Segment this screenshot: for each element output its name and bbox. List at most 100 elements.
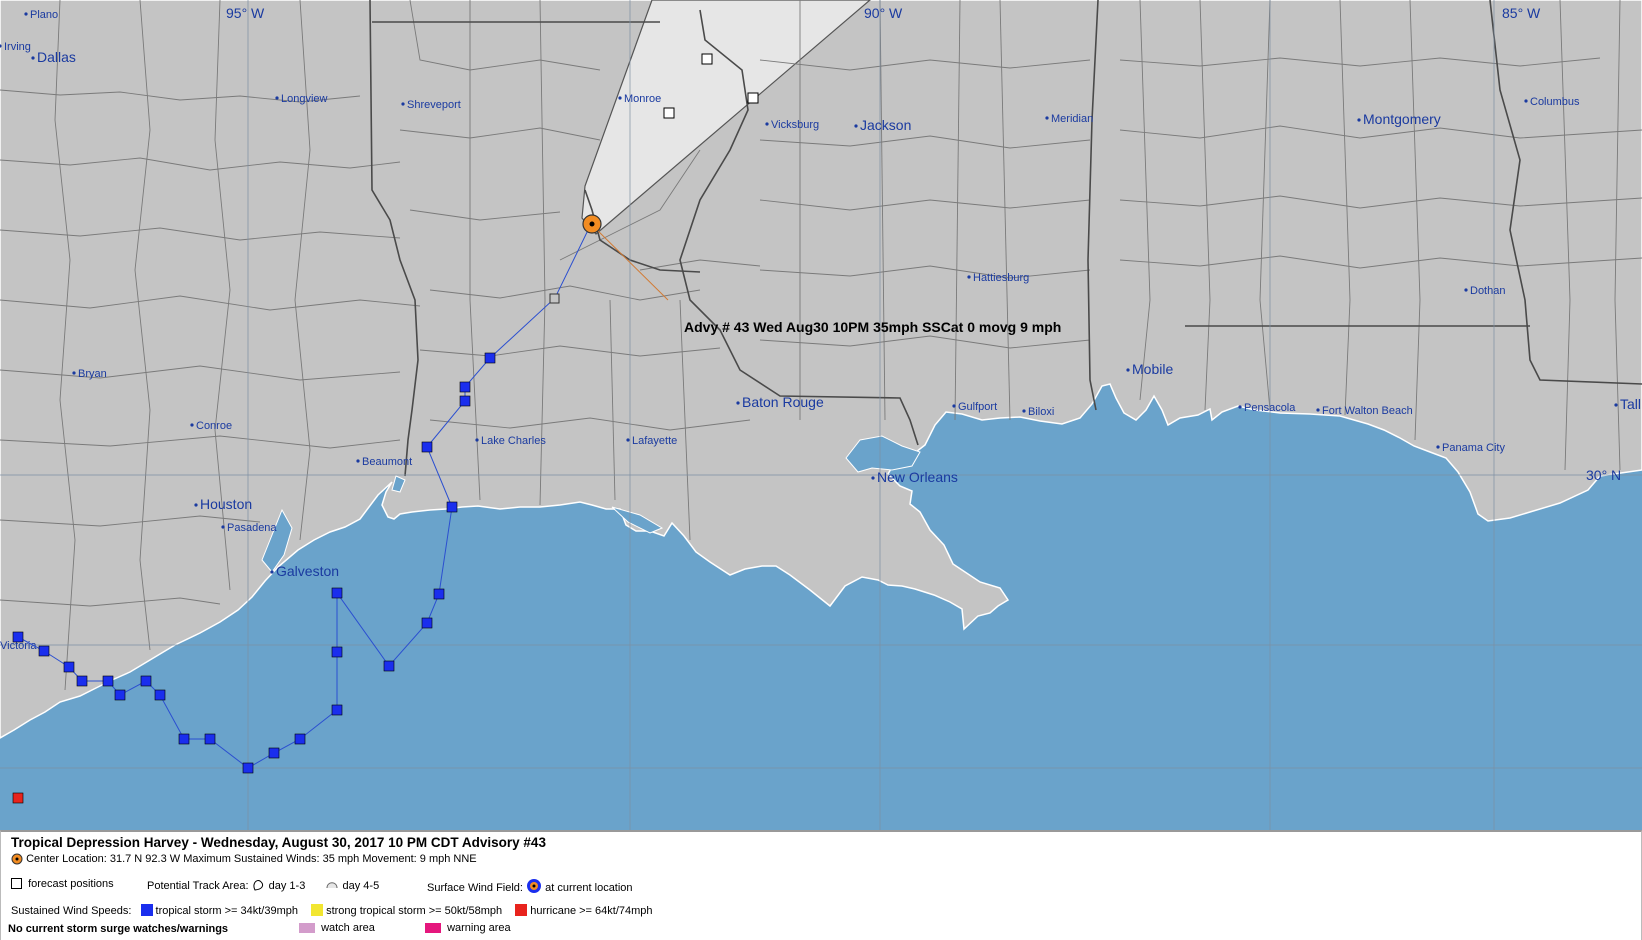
forecast-position-icon <box>11 878 22 889</box>
watch-label: watch area <box>321 922 375 934</box>
city-label: Hattiesburg <box>973 272 1029 284</box>
warning-key: warning area <box>425 922 511 934</box>
city-dot <box>24 12 28 16</box>
hu-label: hurricane >= 64kt/74mph <box>530 905 653 917</box>
day45-cone-icon <box>325 878 339 895</box>
day13-label: day 1-3 <box>268 880 306 892</box>
lon-label-90w: 90° W <box>864 5 903 21</box>
tropical-storm-position-marker <box>459 395 471 407</box>
potential-track-label: Potential Track Area: <box>147 880 249 892</box>
day45-label: day 4-5 <box>342 880 380 892</box>
forecast-position-marker <box>549 293 560 304</box>
storm-map: 95° W 90° W 85° W 30° N Plano Irving Dalla… <box>0 0 1642 830</box>
city-dot <box>1614 403 1618 407</box>
tropical-storm-position-marker <box>446 501 458 513</box>
tropical-storm-position-marker <box>484 352 496 364</box>
city-dot <box>854 124 858 128</box>
tropical-storm-position-marker <box>12 631 24 643</box>
city-label: Baton Rouge <box>742 394 824 410</box>
wind-field-icon <box>526 878 542 897</box>
tropical-storm-position-marker <box>154 689 166 701</box>
surface-wind-label: Surface Wind Field: <box>427 882 523 894</box>
surface-wind-key: Surface Wind Field: at current location <box>427 878 633 897</box>
tropical-storm-position-marker <box>294 733 306 745</box>
forecast-positions-label: forecast positions <box>28 878 114 890</box>
city-dot <box>356 459 360 463</box>
city-label: Vicksburg <box>771 119 819 131</box>
city-dot <box>401 102 405 106</box>
city-dot <box>31 56 35 60</box>
tropical-storm-position-marker <box>114 689 126 701</box>
tropical-storm-position-marker <box>76 675 88 687</box>
city-dot <box>1464 288 1468 292</box>
city-dot <box>194 503 198 507</box>
storm-center-icon <box>582 214 602 234</box>
city-label: Tall <box>1620 396 1641 412</box>
forecast-positions-key: forecast positions <box>11 878 114 890</box>
potential-track-key: Potential Track Area: day 1-3 day 4-5 <box>147 878 379 895</box>
city-label: Shreveport <box>407 99 461 111</box>
tropical-storm-position-marker <box>178 733 190 745</box>
at-current-location-label: at current location <box>545 882 633 894</box>
tropical-storm-position-marker <box>459 381 471 393</box>
city-label: Meridian <box>1051 113 1093 125</box>
city-dot <box>765 122 769 126</box>
sts-label: strong tropical storm >= 50kt/58mph <box>326 905 503 917</box>
tropical-storm-position-marker <box>331 646 343 658</box>
city-label: Plano <box>30 9 58 21</box>
tropical-storm-position-marker <box>421 617 433 629</box>
watch-swatch <box>299 923 315 933</box>
city-dot <box>1316 408 1320 412</box>
sustained-wind-label: Sustained Wind Speeds: <box>11 905 132 917</box>
tropical-storm-position-marker <box>421 441 433 453</box>
tropical-storm-position-marker <box>331 704 343 716</box>
city-dot <box>1238 405 1242 409</box>
hurricane-position-marker <box>12 792 24 804</box>
city-label: Lake Charles <box>481 435 546 447</box>
city-label: Montgomery <box>1363 111 1441 127</box>
city-dot <box>1436 445 1440 449</box>
city-label: Galveston <box>276 563 339 579</box>
city-dot <box>1126 368 1130 372</box>
tropical-storm-position-marker <box>204 733 216 745</box>
city-dot <box>1022 409 1026 413</box>
legend-title: Tropical Depression Harvey - Wednesday, … <box>11 835 546 850</box>
tropical-storm-position-marker <box>331 587 343 599</box>
city-label: Gulfport <box>958 401 997 413</box>
no-surge-text: No current storm surge watches/warnings <box>8 923 229 935</box>
city-label: Mobile <box>1132 361 1173 377</box>
sustained-wind-key: Sustained Wind Speeds: tropical storm >=… <box>11 904 653 917</box>
tropical-storm-position-marker <box>242 762 254 774</box>
city-dot <box>871 476 875 480</box>
city-dot <box>952 404 956 408</box>
legend-panel: Tropical Depression Harvey - Wednesday, … <box>0 830 1642 940</box>
tropical-storm-position-marker <box>268 747 280 759</box>
city-dot <box>967 275 971 279</box>
city-label: Longview <box>281 93 328 105</box>
warning-label: warning area <box>447 922 511 934</box>
warning-swatch <box>425 923 441 933</box>
forecast-position-marker <box>747 92 759 104</box>
tropical-storm-position-marker <box>140 675 152 687</box>
tropical-storm-position-marker <box>102 675 114 687</box>
city-dot <box>221 525 225 529</box>
center-location-text: Center Location: 31.7 N 92.3 W Maximum S… <box>26 853 477 865</box>
city-dot <box>1045 116 1049 120</box>
day13-cone-icon <box>252 878 266 895</box>
center-location-line: Center Location: 31.7 N 92.3 W Maximum S… <box>11 853 477 868</box>
lon-label-85w: 85° W <box>1502 5 1541 21</box>
center-location-icon <box>11 853 23 868</box>
city-label: Lafayette <box>632 435 677 447</box>
city-label: Dallas <box>37 49 76 65</box>
city-dot <box>475 438 479 442</box>
city-dot <box>190 423 194 427</box>
city-dot <box>275 96 279 100</box>
city-label: Jackson <box>860 117 911 133</box>
lon-label-95w: 95° W <box>226 5 265 21</box>
hu-swatch <box>515 904 528 916</box>
city-label: Irving <box>4 41 31 53</box>
city-label: Fort Walton Beach <box>1322 405 1413 417</box>
city-label: Pasadena <box>227 522 277 534</box>
city-dot <box>736 401 740 405</box>
tropical-storm-position-marker <box>38 645 50 657</box>
